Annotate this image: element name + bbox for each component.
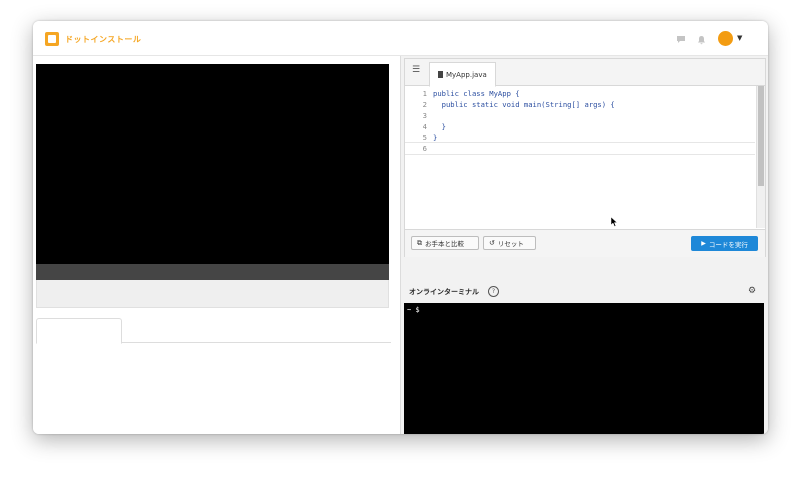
scrollbar-thumb[interactable]	[758, 86, 764, 186]
code-text: public static void main(String[] args) {	[433, 100, 615, 109]
video-player[interactable]	[36, 64, 389, 264]
line-number: 1	[422, 89, 427, 98]
list-menu-icon[interactable]: ☰	[412, 65, 420, 75]
chevron-down-icon[interactable]: ▼	[737, 34, 742, 42]
lesson-pane	[33, 56, 400, 434]
compare-button[interactable]: ⧉ お手本と比較	[411, 236, 479, 250]
app-window: ドットインストール ▼ ☰ MyApp.java 1 public class …	[33, 21, 768, 434]
logo[interactable]: ドットインストール	[45, 31, 141, 47]
line-number: 2	[422, 100, 427, 109]
compare-button-label: お手本と比較	[425, 240, 464, 248]
gear-icon[interactable]: ⚙	[748, 286, 756, 296]
play-icon: ▶	[701, 240, 706, 247]
code-area[interactable]: 1 public class MyApp { 2 public static v…	[405, 86, 755, 228]
editor-tabs: ☰ MyApp.java	[405, 59, 765, 87]
undo-icon: ↺	[489, 239, 495, 247]
editor-scrollbar[interactable]	[756, 86, 765, 228]
reset-button-label: リセット	[497, 240, 524, 248]
lesson-tabs	[36, 318, 391, 344]
code-text: }	[433, 122, 446, 131]
terminal-prompt: ~ $	[407, 306, 420, 314]
terminal-header: オンラインターミナル ? ⚙	[404, 281, 764, 303]
code-editor: ☰ MyApp.java 1 public class MyApp { 2 pu…	[404, 58, 766, 257]
code-line: 4 }	[405, 121, 755, 132]
editor-pane: ☰ MyApp.java 1 public class MyApp { 2 pu…	[401, 56, 768, 434]
copy-icon: ⧉	[417, 238, 422, 247]
code-line: 2 public static void main(String[] args)…	[405, 99, 755, 110]
logo-mark-icon	[45, 32, 59, 46]
code-line: 1 public class MyApp {	[405, 88, 755, 99]
bell-icon[interactable]	[697, 35, 706, 48]
lesson-tab-active[interactable]	[36, 318, 122, 344]
line-number: 6	[422, 144, 427, 153]
editor-toolbar: ⧉ お手本と比較 ↺ リセット ▶ コードを実行	[405, 229, 765, 257]
help-icon[interactable]: ?	[488, 286, 499, 297]
code-line-active: 6	[405, 142, 755, 155]
video-info-area	[36, 280, 389, 308]
run-code-button[interactable]: ▶ コードを実行	[691, 236, 758, 251]
terminal-title: オンラインターミナル	[409, 288, 479, 296]
reset-button[interactable]: ↺ リセット	[483, 236, 536, 250]
run-code-button-label: コードを実行	[708, 240, 748, 249]
avatar[interactable]	[718, 31, 733, 46]
terminal[interactable]: ~ $	[404, 303, 764, 434]
logo-text: ドットインストール	[65, 34, 142, 44]
code-line: 3	[405, 110, 755, 121]
file-tab[interactable]: MyApp.java	[429, 62, 496, 87]
line-number: 3	[422, 111, 427, 120]
top-header: ドットインストール ▼	[33, 21, 768, 56]
line-number: 4	[422, 122, 427, 131]
chat-icon[interactable]	[676, 35, 686, 47]
video-controls-bar[interactable]	[36, 264, 389, 280]
file-icon	[438, 71, 443, 78]
file-tab-label: MyApp.java	[446, 70, 487, 79]
code-text: public class MyApp {	[433, 89, 520, 98]
